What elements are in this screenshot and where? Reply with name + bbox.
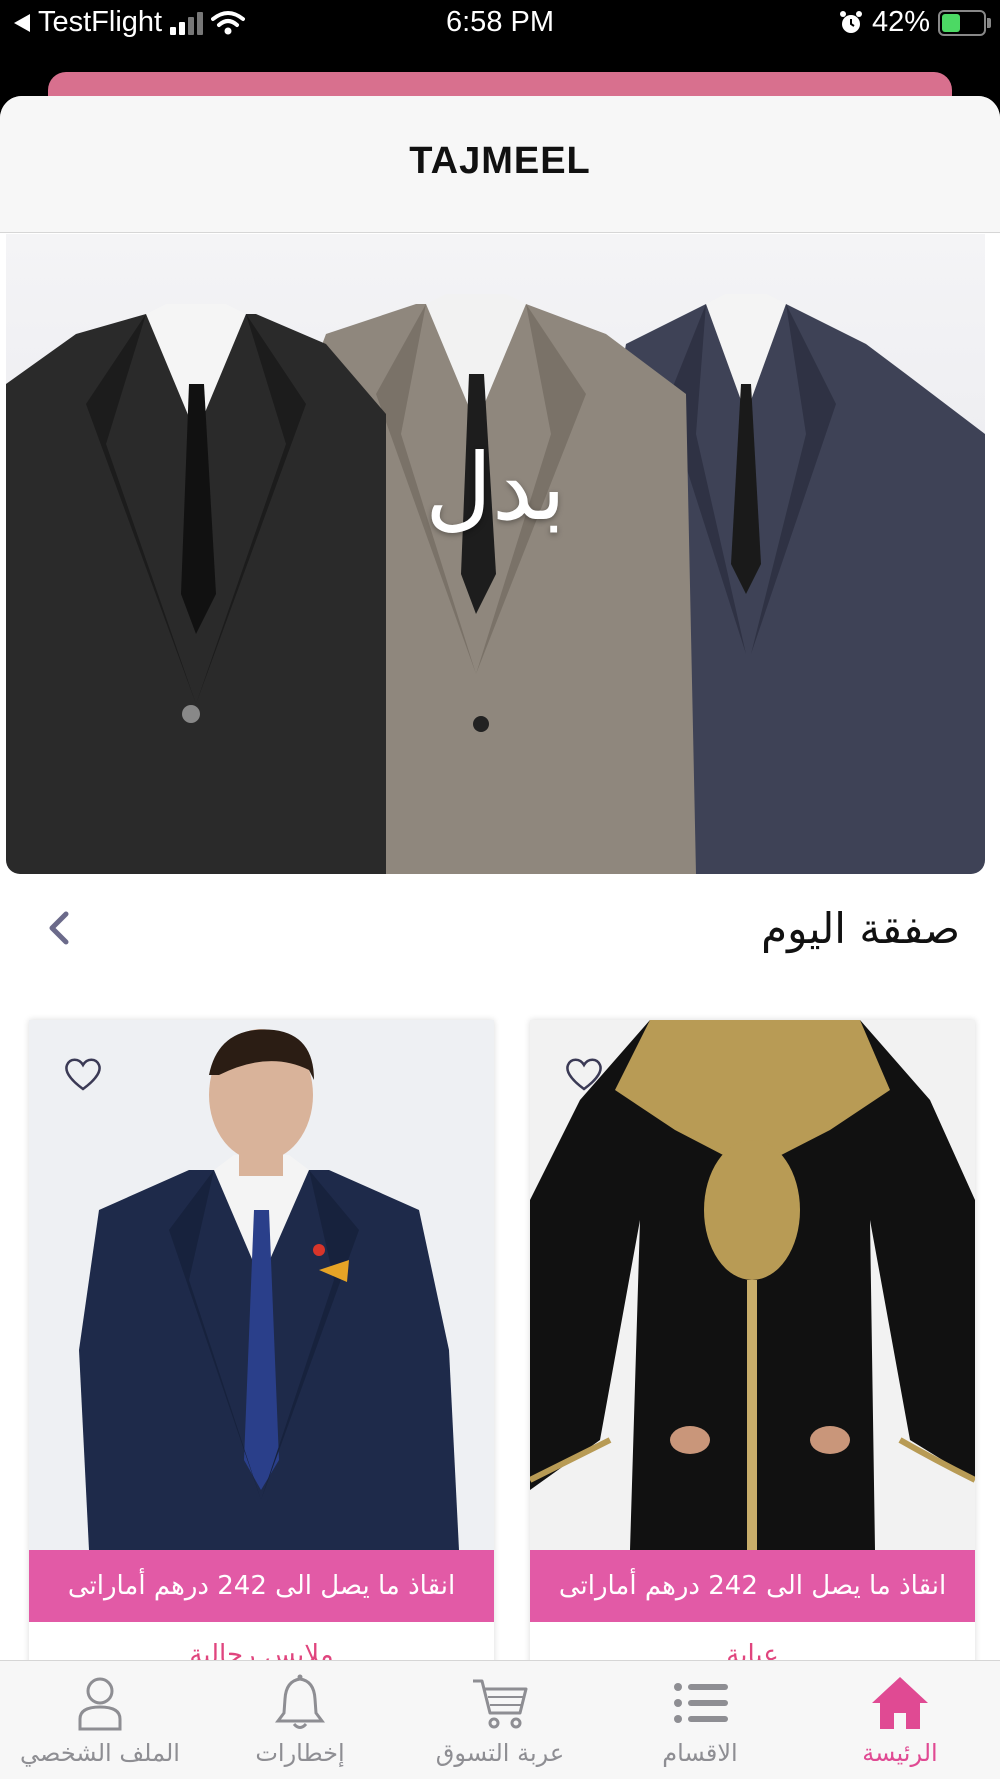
main-card: TAJMEEL بدل صفقة اليوم انقاذ ما يصل الى … <box>0 96 1000 1778</box>
product-card[interactable]: انقاذ ما يصل الى 242 درهم أماراتى ملابس … <box>29 1020 494 1680</box>
heart-icon[interactable] <box>63 1056 103 1092</box>
tab-label: الملف الشخصي <box>20 1739 180 1767</box>
cart-icon <box>473 1679 528 1729</box>
product-card[interactable]: انقاذ ما يصل الى 242 درهم أماراتى عباية <box>530 1020 975 1680</box>
suits-illustration <box>6 294 985 874</box>
tab-bar: الملف الشخصي إخطارات عربة التسوق الاقسام… <box>0 1660 1000 1779</box>
tab-cart[interactable]: عربة التسوق <box>400 1661 600 1779</box>
tab-profile[interactable]: الملف الشخصي <box>0 1661 200 1779</box>
tab-categories[interactable]: الاقسام <box>600 1661 800 1779</box>
deal-label: انقاذ ما يصل الى 242 درهم أماراتى <box>530 1550 975 1622</box>
tab-label: عربة التسوق <box>435 1739 565 1767</box>
tab-notifications[interactable]: إخطارات <box>200 1661 400 1779</box>
person-icon <box>78 1677 122 1731</box>
heart-icon[interactable] <box>564 1056 604 1092</box>
product-image <box>29 1020 494 1550</box>
tab-home[interactable]: الرئيسة <box>800 1661 1000 1779</box>
tab-label: إخطارات <box>255 1739 345 1767</box>
category-banner[interactable]: بدل <box>6 234 985 874</box>
home-icon <box>872 1677 928 1729</box>
status-bar: TestFlight 6:58 PM 42% <box>0 0 1000 48</box>
status-right: 42% <box>838 6 991 39</box>
deal-label: انقاذ ما يصل الى 242 درهم أماراتى <box>29 1550 494 1622</box>
banner-title: بدل <box>425 434 566 541</box>
tab-label: الاقسام <box>662 1739 738 1767</box>
list-icon <box>674 1683 728 1723</box>
alarm-icon <box>839 10 862 33</box>
chevron-left-icon[interactable] <box>40 908 80 948</box>
battery-icon <box>938 9 991 36</box>
page-title: TAJMEEL <box>409 140 591 182</box>
bell-icon <box>275 1674 325 1729</box>
nav-header: TAJMEEL <box>0 96 1000 233</box>
battery-percent: 42% <box>871 6 930 38</box>
product-image <box>530 1020 975 1550</box>
section-title: صفقة اليوم <box>761 904 960 953</box>
tab-label: الرئيسة <box>862 1739 938 1767</box>
